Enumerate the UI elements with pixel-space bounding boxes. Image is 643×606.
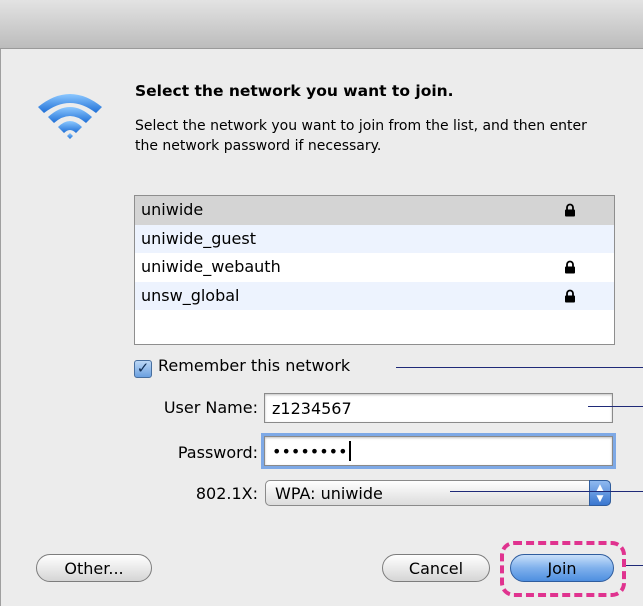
network-row-uniwide[interactable]: uniwide	[135, 196, 614, 225]
network-name: unsw_global	[141, 285, 240, 305]
remember-label: Remember this network	[158, 356, 351, 375]
cancel-button[interactable]: Cancel	[382, 554, 490, 582]
dot1x-value: WPA: uniwide	[275, 484, 383, 503]
username-label: User Name:	[163, 398, 258, 417]
network-row-unsw-global[interactable]: unsw_global	[135, 281, 614, 310]
network-row-uniwide-webauth[interactable]: uniwide_webauth	[135, 253, 614, 282]
network-list[interactable]: uniwide uniwide_guest uniwide_webauth un…	[134, 195, 615, 345]
password-value: ••••••••	[272, 442, 348, 461]
password-field[interactable]: ••••••••	[264, 436, 613, 466]
join-highlight-box	[500, 541, 626, 597]
network-row-uniwide-guest[interactable]: uniwide_guest	[135, 224, 614, 253]
text-caret	[348, 441, 351, 461]
lock-icon	[565, 289, 575, 302]
popup-arrows-icon: ▲ ▼	[589, 480, 611, 506]
network-name: uniwide	[141, 200, 204, 219]
username-field[interactable]: z1234567	[264, 393, 613, 423]
dialog-description: Select the network you want to join from…	[135, 118, 587, 154]
dot1x-label: 802.1X:	[195, 484, 258, 503]
network-name: uniwide_guest	[141, 228, 257, 248]
dot1x-select[interactable]: WPA: uniwide ▲ ▼	[265, 480, 611, 506]
dialog-heading: Select the network you want to join.	[135, 82, 454, 100]
lock-icon	[565, 203, 575, 217]
callout-line-remember	[396, 367, 643, 368]
lock-icon	[565, 260, 575, 274]
wifi-icon	[38, 94, 102, 139]
remember-checkbox[interactable]: ✓	[134, 360, 152, 378]
callout-line-join	[626, 565, 643, 566]
password-label: Password:	[177, 443, 258, 462]
callout-line-username	[588, 406, 643, 407]
remember-network-option[interactable]: ✓ Remember this network	[134, 356, 350, 378]
network-name: uniwide_webauth	[141, 257, 281, 276]
callout-line-dot1x	[450, 491, 643, 492]
window-titlebar	[0, 0, 643, 49]
other-button[interactable]: Other...	[36, 554, 152, 582]
